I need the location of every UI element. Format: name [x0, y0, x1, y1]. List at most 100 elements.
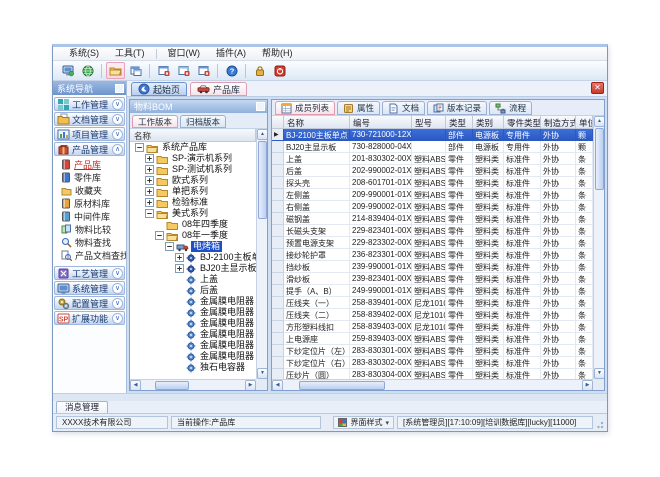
sidebar-group-6[interactable]: 配置管理∨: [54, 296, 125, 310]
sidebar-item-7[interactable]: 产品文档查找: [54, 249, 125, 262]
tree-node-20[interactable]: 独石电容器: [130, 362, 256, 373]
folder-open-button[interactable]: [106, 62, 125, 79]
tree-node-7[interactable]: 08年四季度: [130, 219, 256, 230]
resize-grip[interactable]: [596, 416, 604, 429]
doc-tab-1[interactable]: 产品库: [190, 82, 247, 96]
sidebar-item-4[interactable]: 中间件库: [54, 210, 125, 223]
sidebar-group-2[interactable]: 项目管理∨: [54, 127, 125, 141]
tree-node-10[interactable]: BJ-2100主板单点: [130, 252, 256, 263]
sidebar-item-6[interactable]: 物料查找: [54, 236, 125, 249]
close-doc-button[interactable]: [154, 62, 173, 79]
table-row[interactable]: 上电源座259-839403-00X塑料ABS零件塑料类标准件外协条: [272, 333, 593, 345]
chevron-down-icon[interactable]: ∨: [112, 268, 123, 279]
table-row[interactable]: 方形塑料线扣258-839403-00X尼龙1010零件塑料类标准件外协条: [272, 321, 593, 333]
tree-node-3[interactable]: 欧式系列: [130, 175, 256, 186]
bom-panel-menu-button[interactable]: [256, 102, 265, 111]
table-row[interactable]: 预置电源支架229-823302-00X塑料ABS零件塑料类标准件外协条: [272, 237, 593, 249]
tree-node-5[interactable]: 检验标准: [130, 197, 256, 208]
chevron-down-icon[interactable]: ∨: [112, 283, 123, 294]
grid-header-3[interactable]: 类型: [446, 116, 473, 129]
menu-item-1[interactable]: 工具(T): [107, 47, 153, 60]
table-row[interactable]: BJ20主显示板730-828000-04X部件电源板专用件外协颗: [272, 141, 593, 153]
interface-style-button[interactable]: 界面样式: [333, 416, 394, 429]
table-row[interactable]: BJ-2100主板单点730-721000-12X部件电源板专用件外协颗: [272, 129, 593, 141]
close-tab-button[interactable]: ✕: [591, 82, 604, 94]
scroll-right-arrow-icon[interactable]: ▶: [582, 380, 593, 391]
detail-tab-0[interactable]: 成员列表: [275, 101, 335, 115]
tree-node-8[interactable]: 08年一季度: [130, 230, 256, 241]
bom-tab-0[interactable]: 工作版本: [132, 115, 178, 128]
window-layout-button[interactable]: [126, 62, 145, 79]
web-button[interactable]: [78, 62, 97, 79]
tree-node-13[interactable]: 后盖: [130, 285, 256, 296]
tree-node-12[interactable]: 上盖: [130, 274, 256, 285]
menu-item-0[interactable]: 系统(S): [61, 47, 107, 60]
table-row[interactable]: 提手（A、B）249-990001-01X塑料ABS零件塑料类标准件外协条: [272, 285, 593, 297]
sidebar-group-7[interactable]: SP扩展功能∨: [54, 311, 125, 325]
tree-node-1[interactable]: SP-演示机系列: [130, 153, 256, 164]
scroll-up-arrow-icon[interactable]: ▲: [257, 129, 267, 140]
chevron-up-icon[interactable]: ∧: [112, 144, 123, 155]
close-other-button[interactable]: [194, 62, 213, 79]
grid-header-4[interactable]: 类别: [473, 116, 504, 129]
table-row[interactable]: 上盖201-830302-00X塑料ABS零件塑料类标准件外协条: [272, 153, 593, 165]
bom-tab-1[interactable]: 归档版本: [180, 115, 226, 128]
grid-header-7[interactable]: 单位: [576, 116, 593, 129]
tree-vscroll-thumb[interactable]: [258, 141, 267, 219]
detail-tab-1[interactable]: 属性: [337, 101, 380, 115]
scroll-up-arrow-icon[interactable]: ▲: [594, 116, 604, 127]
grid-header-2[interactable]: 型号: [412, 116, 446, 129]
grid-horizontal-scrollbar[interactable]: ◀ ▶: [272, 379, 593, 390]
grid-header-5[interactable]: 零件类型: [504, 116, 541, 129]
message-manager-tab[interactable]: 消息管理: [56, 401, 108, 413]
table-row[interactable]: 磁钢盖214-839404-01X塑料ABS零件塑料类标准件外协条: [272, 213, 593, 225]
close-all-button[interactable]: [174, 62, 193, 79]
table-row[interactable]: 右侧盖209-990002-01X塑料ABS零件塑料类标准件外协条: [272, 201, 593, 213]
tree-node-9[interactable]: 电烤箱: [130, 241, 256, 252]
chevron-down-icon[interactable]: ∨: [112, 114, 123, 125]
tree-node-18[interactable]: 金属膜电阻器: [130, 340, 256, 351]
table-row[interactable]: 长磁头支架229-823401-00X塑料ABS零件塑料类标准件外协条: [272, 225, 593, 237]
table-row[interactable]: 滑纱板239-823401-00X塑料ABS零件塑料类标准件外协条: [272, 273, 593, 285]
tree-hscroll-thumb[interactable]: [155, 381, 189, 390]
tree-node-15[interactable]: 金属膜电阻器: [130, 307, 256, 318]
tree-node-2[interactable]: SP-测试机系列: [130, 164, 256, 175]
sidebar-group-1[interactable]: 文档管理∨: [54, 112, 125, 126]
tree-node-4[interactable]: 单把系列: [130, 186, 256, 197]
exit-button[interactable]: [270, 62, 289, 79]
grid-hscroll-thumb[interactable]: [299, 381, 385, 390]
sidebar-item-3[interactable]: 原材料库: [54, 197, 125, 210]
desktop-button[interactable]: [58, 62, 77, 79]
chevron-down-icon[interactable]: ∨: [112, 129, 123, 140]
tree-node-0[interactable]: 系统产品库: [130, 142, 256, 153]
table-row[interactable]: 压线夹（一）258-839401-00X尼龙1010零件塑料类标准件外协条: [272, 297, 593, 309]
table-row[interactable]: 下纱定位片（左）283-830301-00X塑料ABS零件塑料类标准件外协条: [272, 345, 593, 357]
sidebar-item-1[interactable]: 零件库: [54, 171, 125, 184]
tree-vertical-scrollbar[interactable]: ▲ ▼: [256, 129, 267, 379]
tree-node-19[interactable]: 金属膜电阻器: [130, 351, 256, 362]
table-row[interactable]: 下纱定位片（右）283-830302-00X塑料ABS零件塑料类标准件外协条: [272, 357, 593, 369]
chevron-down-icon[interactable]: ∨: [112, 298, 123, 309]
sidebar-item-0[interactable]: 产品库: [54, 158, 125, 171]
tree-horizontal-scrollbar[interactable]: ◀ ▶: [130, 379, 256, 390]
tree-node-11[interactable]: BJ20主显示板: [130, 263, 256, 274]
menu-item-2[interactable]: 窗口(W): [160, 47, 209, 60]
scroll-down-arrow-icon[interactable]: ▼: [257, 368, 267, 379]
scroll-right-arrow-icon[interactable]: ▶: [245, 380, 256, 391]
grid-header-0[interactable]: 名称: [284, 116, 350, 129]
sidebar-item-5[interactable]: 物料比较: [54, 223, 125, 236]
sidebar-group-0[interactable]: 工作管理∨: [54, 97, 125, 111]
sidebar-pin-button[interactable]: [115, 84, 124, 93]
menu-item-3[interactable]: 插件(A): [208, 47, 254, 60]
table-row[interactable]: 压线夹（二）258-839402-00X尼龙1010零件塑料类标准件外协条: [272, 309, 593, 321]
detail-tab-4[interactable]: 流程: [489, 101, 532, 115]
chevron-down-icon[interactable]: ∨: [112, 99, 123, 110]
grid-vscroll-thumb[interactable]: [595, 128, 604, 190]
tree-node-17[interactable]: 金属膜电阻器: [130, 329, 256, 340]
sidebar-group-5[interactable]: 系统管理∨: [54, 281, 125, 295]
table-row[interactable]: 探头壳208-601701-01X塑料ABS零件塑料类标准件外协条: [272, 177, 593, 189]
sidebar-group-3[interactable]: 产品管理∧: [54, 142, 125, 156]
grid-header-6[interactable]: 制造方式: [541, 116, 576, 129]
sidebar-group-4[interactable]: 工艺管理∨: [54, 266, 125, 280]
table-row[interactable]: 接纱轮护罩236-823301-00X塑料ABS零件塑料类标准件外协条: [272, 249, 593, 261]
